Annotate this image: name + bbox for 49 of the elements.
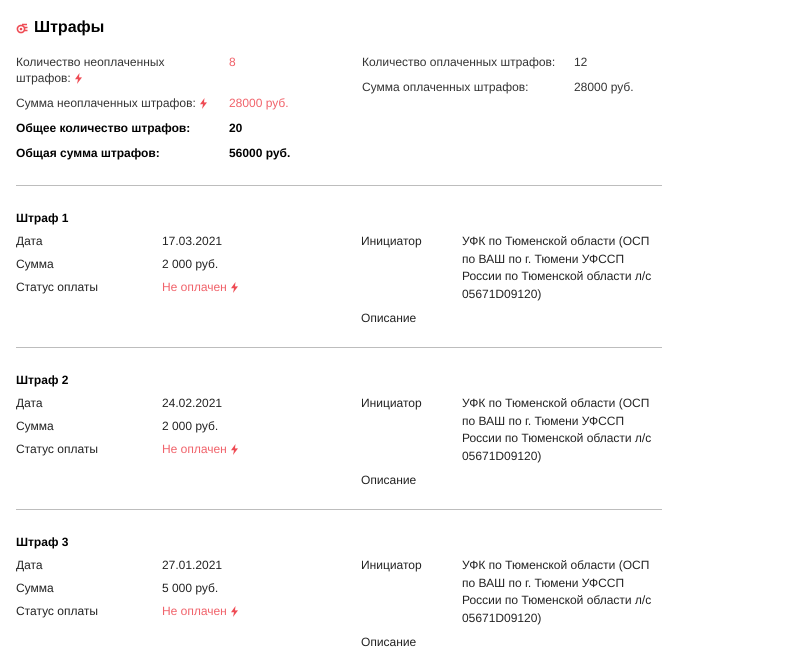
field-label: Статус оплаты [16, 279, 99, 295]
field-label: Сумма [16, 580, 55, 596]
summary-value: 8 [229, 54, 236, 71]
field-value: 2 000 руб. [162, 256, 218, 272]
field-label: Дата [16, 557, 44, 573]
status-value: Не оплачен [162, 603, 238, 619]
fine-title: Штраф 1 [16, 210, 70, 226]
field-label: Описание [361, 472, 418, 488]
lightning-icon [230, 444, 238, 455]
summary-label: Сумма неоплаченных штрафов: [16, 95, 229, 111]
field-value: УФК по Тюменской области (ОСП по ВАШ по г. Тюмени УФССП России по Тюменской области л/с 05671D09120) [462, 395, 652, 464]
lightning-icon [230, 282, 238, 293]
field-label: Сумма [16, 256, 55, 272]
fine-title: Штраф 3 [16, 534, 70, 550]
summary-value: 56000 руб. [229, 145, 290, 161]
status-value: Не оплачен [162, 441, 238, 457]
field-value: 2 000 руб. [162, 418, 218, 434]
summary-label: Общая сумма штрафов: [16, 145, 161, 161]
page-title: Штрафы [34, 18, 104, 38]
lightning-icon [74, 73, 82, 84]
field-value: 17.03.2021 [162, 233, 222, 249]
field-label: Дата [16, 395, 44, 411]
summary-value: 28000 руб. [229, 95, 289, 111]
summary-value: 20 [229, 120, 242, 136]
field-label: Описание [361, 634, 418, 650]
field-label: Сумма [16, 418, 55, 434]
summary-value: 28000 руб. [574, 79, 634, 95]
lightning-icon [230, 606, 238, 617]
field-label: Статус оплаты [16, 603, 99, 619]
summary-label: Количество неоплаченных штрафов: [16, 54, 166, 86]
field-value: 5 000 руб. [162, 580, 218, 596]
coins-icon [16, 22, 28, 34]
summary-value: 12 [574, 54, 588, 70]
field-label: Статус оплаты [16, 441, 99, 457]
field-label: Дата [16, 233, 44, 249]
summary-label: Общее количество штрафов: [16, 120, 192, 136]
field-value: УФК по Тюменской области (ОСП по ВАШ по г. Тюмени УФССП России по Тюменской области л/с 05671D09120) [462, 233, 652, 302]
field-label: Инициатор [361, 395, 423, 412]
status-value: Не оплачен [162, 279, 238, 295]
field-label: Инициатор [361, 557, 423, 574]
lightning-icon [200, 98, 207, 109]
fine-title: Штраф 2 [16, 372, 70, 388]
field-label: Описание [361, 310, 418, 326]
summary-label: Сумма оплаченных штрафов: [362, 79, 530, 95]
field-value: 27.01.2021 [162, 557, 222, 573]
field-value: УФК по Тюменской области (ОСП по ВАШ по г. Тюмени УФССП России по Тюменской области л/с 05671D09120) [462, 557, 652, 626]
field-value: 24.02.2021 [162, 395, 222, 411]
summary-label: Количество оплаченных штрафов: [362, 54, 556, 70]
field-label: Инициатор [361, 233, 423, 250]
